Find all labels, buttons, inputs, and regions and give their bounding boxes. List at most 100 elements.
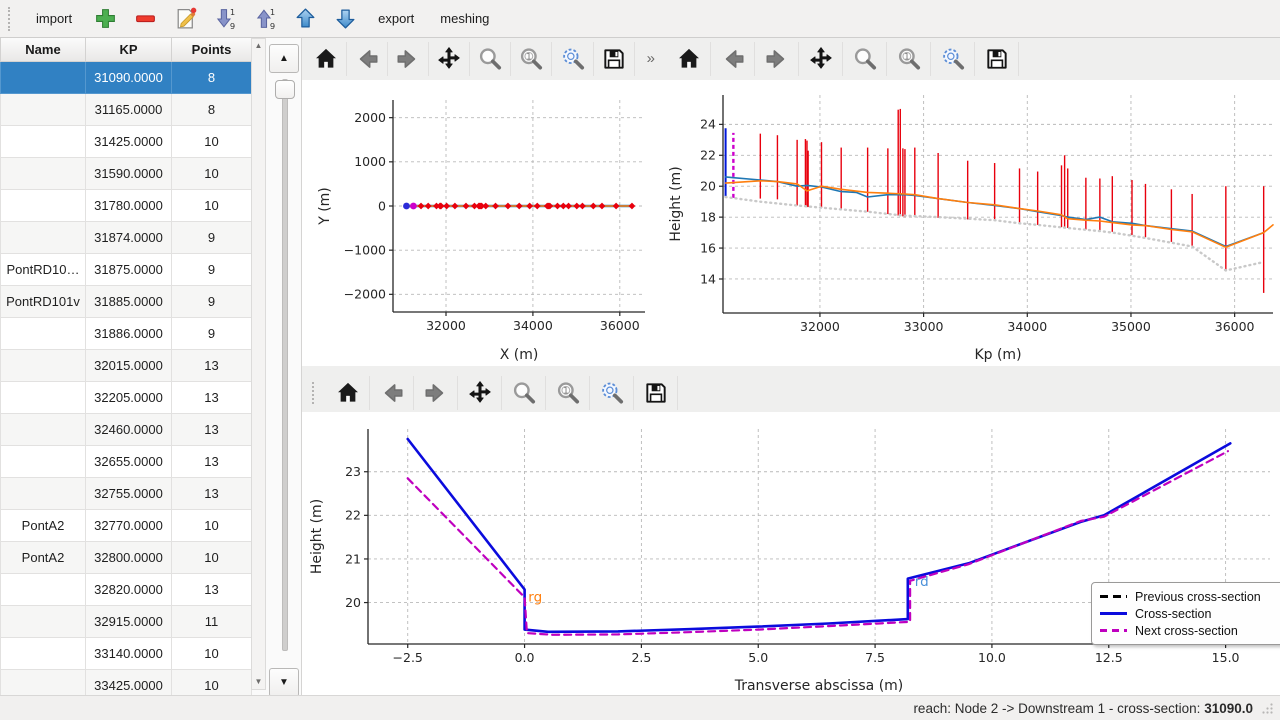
resize-grip[interactable] — [1261, 702, 1274, 715]
points-cell[interactable]: 10 — [172, 158, 252, 190]
kp-cell[interactable]: 31875.0000 — [86, 254, 172, 286]
table-row[interactable]: 32460.000013 — [1, 414, 252, 446]
kp-cell[interactable]: 32655.0000 — [86, 446, 172, 478]
kp-cell[interactable]: 31874.0000 — [86, 222, 172, 254]
name-cell[interactable] — [1, 478, 86, 510]
longitudinal-profile-chart[interactable]: 3200033000340003500036000141618202224Kp … — [663, 80, 1280, 366]
edit-section-button[interactable] — [168, 3, 202, 35]
points-cell[interactable]: 9 — [172, 286, 252, 318]
name-cell[interactable]: PontA2 — [1, 510, 86, 542]
table-row[interactable]: 32205.000013 — [1, 382, 252, 414]
kp-cell[interactable]: 31886.0000 — [86, 318, 172, 350]
home-button[interactable] — [673, 42, 711, 76]
kp-cell[interactable]: 32770.0000 — [86, 510, 172, 542]
navigate-down-button[interactable]: ▼ — [269, 668, 299, 697]
table-row[interactable]: PontRD10…31875.00009 — [1, 254, 252, 286]
add-section-button[interactable] — [88, 3, 122, 35]
kp-cell[interactable]: 31885.0000 — [86, 286, 172, 318]
points-cell[interactable]: 13 — [172, 382, 252, 414]
kp-cell[interactable]: 33140.0000 — [86, 638, 172, 670]
points-cell[interactable]: 8 — [172, 94, 252, 126]
table-row[interactable]: 31874.00009 — [1, 222, 252, 254]
points-cell[interactable]: 9 — [172, 222, 252, 254]
cross-section-chart[interactable]: −2.50.02.55.07.510.012.515.020212223Tran… — [302, 412, 1280, 697]
toolbar-overflow-chevron[interactable]: » — [641, 50, 659, 69]
meshing-button[interactable]: meshing — [430, 5, 499, 32]
zoom-one-button[interactable]: 1 — [552, 376, 590, 410]
name-cell[interactable] — [1, 638, 86, 670]
zoom-button[interactable] — [476, 42, 511, 76]
table-row[interactable]: 31425.000010 — [1, 126, 252, 158]
name-cell[interactable] — [1, 414, 86, 446]
table-row[interactable]: 31780.000010 — [1, 190, 252, 222]
table-row[interactable]: 31590.000010 — [1, 158, 252, 190]
points-cell[interactable]: 10 — [172, 638, 252, 670]
table-row[interactable]: 31165.00008 — [1, 94, 252, 126]
zoom-button[interactable] — [849, 42, 887, 76]
section-slider-handle[interactable] — [275, 80, 295, 99]
kp-cell[interactable]: 32820.0000 — [86, 574, 172, 606]
home-button[interactable] — [332, 376, 370, 410]
points-cell[interactable]: 8 — [172, 62, 252, 94]
table-row[interactable]: PontA232800.000010 — [1, 542, 252, 574]
kp-cell[interactable]: 32015.0000 — [86, 350, 172, 382]
import-button[interactable]: import — [26, 5, 82, 32]
zoom-button[interactable] — [508, 376, 546, 410]
name-cell[interactable]: PontRD101v — [1, 286, 86, 318]
points-cell[interactable]: 13 — [172, 350, 252, 382]
kp-cell[interactable]: 32205.0000 — [86, 382, 172, 414]
column-header-name[interactable]: Name — [1, 38, 86, 62]
sort-descending-button[interactable]: 19 — [208, 3, 242, 35]
save-button[interactable] — [640, 376, 678, 410]
table-row[interactable]: 31090.00008 — [1, 62, 252, 94]
table-row[interactable]: 31886.00009 — [1, 318, 252, 350]
section-slider-track[interactable] — [282, 79, 288, 651]
move-down-button[interactable] — [328, 3, 362, 35]
back-button[interactable] — [717, 42, 755, 76]
save-button[interactable] — [600, 42, 635, 76]
name-cell[interactable] — [1, 158, 86, 190]
save-button[interactable] — [981, 42, 1019, 76]
points-cell[interactable]: 13 — [172, 414, 252, 446]
forward-button[interactable] — [420, 376, 458, 410]
column-header-kp[interactable]: KP — [86, 38, 172, 62]
name-cell[interactable]: PontRD10… — [1, 254, 86, 286]
plan-view-chart[interactable]: 320003400036000−2000−1000010002000X (m)Y… — [302, 80, 659, 366]
name-cell[interactable] — [1, 350, 86, 382]
kp-cell[interactable]: 31165.0000 — [86, 94, 172, 126]
sort-ascending-button[interactable]: 19 — [248, 3, 282, 35]
kp-cell[interactable]: 31090.0000 — [86, 62, 172, 94]
pan-button[interactable] — [435, 42, 470, 76]
kp-cell[interactable]: 31590.0000 — [86, 158, 172, 190]
table-row[interactable]: 32915.000011 — [1, 606, 252, 638]
back-button[interactable] — [353, 42, 388, 76]
name-cell[interactable] — [1, 94, 86, 126]
points-cell[interactable]: 9 — [172, 318, 252, 350]
table-row[interactable]: PontRD101v31885.00009 — [1, 286, 252, 318]
column-header-points[interactable]: Points — [172, 38, 252, 62]
name-cell[interactable]: PontA2 — [1, 542, 86, 574]
table-row[interactable]: 32820.000013 — [1, 574, 252, 606]
points-cell[interactable]: 11 — [172, 606, 252, 638]
zoom-fit-button[interactable] — [558, 42, 593, 76]
remove-section-button[interactable] — [128, 3, 162, 35]
kp-cell[interactable]: 32755.0000 — [86, 478, 172, 510]
name-cell[interactable] — [1, 190, 86, 222]
forward-button[interactable] — [394, 42, 429, 76]
export-button[interactable]: export — [368, 5, 424, 32]
table-row[interactable]: 32655.000013 — [1, 446, 252, 478]
points-cell[interactable]: 13 — [172, 446, 252, 478]
name-cell[interactable] — [1, 446, 86, 478]
zoom-one-button[interactable]: 1 — [893, 42, 931, 76]
home-button[interactable] — [312, 42, 347, 76]
zoom-fit-button[interactable] — [937, 42, 975, 76]
kp-cell[interactable]: 32460.0000 — [86, 414, 172, 446]
points-cell[interactable]: 10 — [172, 126, 252, 158]
forward-button[interactable] — [761, 42, 799, 76]
kp-cell[interactable]: 31425.0000 — [86, 126, 172, 158]
kp-cell[interactable]: 31780.0000 — [86, 190, 172, 222]
points-cell[interactable]: 10 — [172, 190, 252, 222]
kp-cell[interactable]: 32800.0000 — [86, 542, 172, 574]
points-cell[interactable]: 10 — [172, 510, 252, 542]
name-cell[interactable] — [1, 62, 86, 94]
